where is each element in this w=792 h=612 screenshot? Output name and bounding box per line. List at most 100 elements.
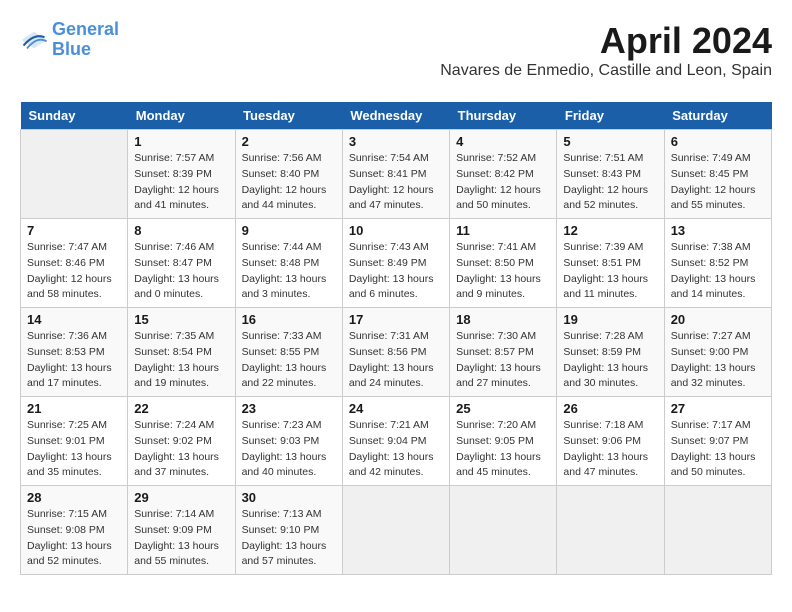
day-number: 27 — [671, 401, 765, 416]
day-number: 13 — [671, 223, 765, 238]
calendar-week-row: 1 Sunrise: 7:57 AMSunset: 8:39 PMDaylight… — [21, 130, 772, 219]
day-info: Sunrise: 7:46 AMSunset: 8:47 PMDaylight:… — [134, 240, 228, 303]
day-number: 5 — [563, 134, 657, 149]
calendar-cell: 15 Sunrise: 7:35 AMSunset: 8:54 PMDayligh… — [128, 308, 235, 397]
day-number: 18 — [456, 312, 550, 327]
day-number: 2 — [242, 134, 336, 149]
calendar-cell: 1 Sunrise: 7:57 AMSunset: 8:39 PMDaylight… — [128, 130, 235, 219]
calendar-cell: 3 Sunrise: 7:54 AMSunset: 8:41 PMDaylight… — [342, 130, 449, 219]
day-number: 3 — [349, 134, 443, 149]
day-number: 8 — [134, 223, 228, 238]
day-info: Sunrise: 7:31 AMSunset: 8:56 PMDaylight:… — [349, 329, 443, 392]
calendar-cell: 13Sunrise: 7:38 AMSunset: 8:52 PMDayligh… — [664, 219, 771, 308]
day-info: Sunrise: 7:39 AMSunset: 8:51 PMDaylight:… — [563, 240, 657, 303]
calendar-cell: 6 Sunrise: 7:49 AMSunset: 8:45 PMDaylight… — [664, 130, 771, 219]
calendar-cell — [450, 486, 557, 575]
calendar-week-row: 14 Sunrise: 7:36 AMSunset: 8:53 PMDayligh… — [21, 308, 772, 397]
day-info: Sunrise: 7:54 AMSunset: 8:41 PMDaylight:… — [349, 151, 443, 214]
calendar-cell: 17Sunrise: 7:31 AMSunset: 8:56 PMDayligh… — [342, 308, 449, 397]
day-number: 28 — [27, 490, 121, 505]
day-number: 6 — [671, 134, 765, 149]
calendar-cell: 14 Sunrise: 7:36 AMSunset: 8:53 PMDayligh… — [21, 308, 128, 397]
day-number: 15 — [134, 312, 228, 327]
calendar-cell — [557, 486, 664, 575]
day-info: Sunrise: 7:18 AMSunset: 9:06 PMDaylight:… — [563, 418, 657, 481]
calendar-cell — [342, 486, 449, 575]
calendar-table: SundayMondayTuesdayWednesdayThursdayFrid… — [20, 102, 772, 575]
day-number: 14 — [27, 312, 121, 327]
calendar-cell: 4 Sunrise: 7:52 AMSunset: 8:42 PMDaylight… — [450, 130, 557, 219]
day-info: Sunrise: 7:35 AMSunset: 8:54 PMDaylight:… — [134, 329, 228, 392]
day-info: Sunrise: 7:20 AMSunset: 9:05 PMDaylight:… — [456, 418, 550, 481]
calendar-cell: 30 Sunrise: 7:13 AMSunset: 9:10 PMDayligh… — [235, 486, 342, 575]
day-info: Sunrise: 7:49 AMSunset: 8:45 PMDaylight:… — [671, 151, 765, 214]
day-info: Sunrise: 7:44 AMSunset: 8:48 PMDaylight:… — [242, 240, 336, 303]
calendar-cell: 5Sunrise: 7:51 AMSunset: 8:43 PMDaylight… — [557, 130, 664, 219]
logo-text: General Blue — [52, 20, 119, 60]
calendar-cell: 26Sunrise: 7:18 AMSunset: 9:06 PMDayligh… — [557, 397, 664, 486]
calendar-cell: 28 Sunrise: 7:15 AMSunset: 9:08 PMDayligh… — [21, 486, 128, 575]
day-number: 10 — [349, 223, 443, 238]
day-info: Sunrise: 7:41 AMSunset: 8:50 PMDaylight:… — [456, 240, 550, 303]
calendar-cell: 12 Sunrise: 7:39 AMSunset: 8:51 PMDayligh… — [557, 219, 664, 308]
header-tuesday: Tuesday — [235, 102, 342, 130]
calendar-cell — [664, 486, 771, 575]
calendar-cell: 20Sunrise: 7:27 AMSunset: 9:00 PMDayligh… — [664, 308, 771, 397]
calendar-cell — [21, 130, 128, 219]
day-info: Sunrise: 7:25 AMSunset: 9:01 PMDaylight:… — [27, 418, 121, 481]
calendar-header-row: SundayMondayTuesdayWednesdayThursdayFrid… — [21, 102, 772, 130]
calendar-cell: 22 Sunrise: 7:24 AMSunset: 9:02 PMDayligh… — [128, 397, 235, 486]
header-monday: Monday — [128, 102, 235, 130]
day-number: 9 — [242, 223, 336, 238]
day-info: Sunrise: 7:36 AMSunset: 8:53 PMDaylight:… — [27, 329, 121, 392]
day-info: Sunrise: 7:30 AMSunset: 8:57 PMDaylight:… — [456, 329, 550, 392]
day-number: 4 — [456, 134, 550, 149]
day-number: 19 — [563, 312, 657, 327]
calendar-cell: 25Sunrise: 7:20 AMSunset: 9:05 PMDayligh… — [450, 397, 557, 486]
day-info: Sunrise: 7:15 AMSunset: 9:08 PMDaylight:… — [27, 507, 121, 570]
logo-icon — [20, 30, 48, 50]
calendar-cell: 16 Sunrise: 7:33 AMSunset: 8:55 PMDayligh… — [235, 308, 342, 397]
day-number: 20 — [671, 312, 765, 327]
header-sunday: Sunday — [21, 102, 128, 130]
day-info: Sunrise: 7:52 AMSunset: 8:42 PMDaylight:… — [456, 151, 550, 214]
day-info: Sunrise: 7:56 AMSunset: 8:40 PMDaylight:… — [242, 151, 336, 214]
calendar-cell: 18 Sunrise: 7:30 AMSunset: 8:57 PMDayligh… — [450, 308, 557, 397]
day-number: 16 — [242, 312, 336, 327]
header-wednesday: Wednesday — [342, 102, 449, 130]
calendar-cell: 11Sunrise: 7:41 AMSunset: 8:50 PMDayligh… — [450, 219, 557, 308]
day-number: 21 — [27, 401, 121, 416]
day-info: Sunrise: 7:14 AMSunset: 9:09 PMDaylight:… — [134, 507, 228, 570]
calendar-cell: 24Sunrise: 7:21 AMSunset: 9:04 PMDayligh… — [342, 397, 449, 486]
day-number: 29 — [134, 490, 228, 505]
calendar-cell: 19 Sunrise: 7:28 AMSunset: 8:59 PMDayligh… — [557, 308, 664, 397]
day-info: Sunrise: 7:28 AMSunset: 8:59 PMDaylight:… — [563, 329, 657, 392]
day-number: 30 — [242, 490, 336, 505]
calendar-cell: 2 Sunrise: 7:56 AMSunset: 8:40 PMDaylight… — [235, 130, 342, 219]
header-saturday: Saturday — [664, 102, 771, 130]
calendar-cell: 23Sunrise: 7:23 AMSunset: 9:03 PMDayligh… — [235, 397, 342, 486]
calendar-cell: 9 Sunrise: 7:44 AMSunset: 8:48 PMDaylight… — [235, 219, 342, 308]
day-info: Sunrise: 7:17 AMSunset: 9:07 PMDaylight:… — [671, 418, 765, 481]
logo: General Blue — [20, 20, 119, 60]
day-info: Sunrise: 7:33 AMSunset: 8:55 PMDaylight:… — [242, 329, 336, 392]
day-number: 12 — [563, 223, 657, 238]
day-info: Sunrise: 7:43 AMSunset: 8:49 PMDaylight:… — [349, 240, 443, 303]
header-friday: Friday — [557, 102, 664, 130]
calendar-cell: 10 Sunrise: 7:43 AMSunset: 8:49 PMDayligh… — [342, 219, 449, 308]
title-section: April 2024 Navares de Enmedio, Castille … — [440, 20, 772, 92]
calendar-cell: 27 Sunrise: 7:17 AMSunset: 9:07 PMDayligh… — [664, 397, 771, 486]
calendar-cell: 29 Sunrise: 7:14 AMSunset: 9:09 PMDayligh… — [128, 486, 235, 575]
day-info: Sunrise: 7:57 AMSunset: 8:39 PMDaylight:… — [134, 151, 228, 214]
day-info: Sunrise: 7:47 AMSunset: 8:46 PMDaylight:… — [27, 240, 121, 303]
calendar-cell: 7Sunrise: 7:47 AMSunset: 8:46 PMDaylight… — [21, 219, 128, 308]
day-number: 23 — [242, 401, 336, 416]
day-number: 1 — [134, 134, 228, 149]
day-info: Sunrise: 7:21 AMSunset: 9:04 PMDaylight:… — [349, 418, 443, 481]
calendar-week-row: 28 Sunrise: 7:15 AMSunset: 9:08 PMDayligh… — [21, 486, 772, 575]
header-thursday: Thursday — [450, 102, 557, 130]
day-info: Sunrise: 7:24 AMSunset: 9:02 PMDaylight:… — [134, 418, 228, 481]
day-number: 22 — [134, 401, 228, 416]
calendar-week-row: 21 Sunrise: 7:25 AMSunset: 9:01 PMDayligh… — [21, 397, 772, 486]
day-info: Sunrise: 7:13 AMSunset: 9:10 PMDaylight:… — [242, 507, 336, 570]
